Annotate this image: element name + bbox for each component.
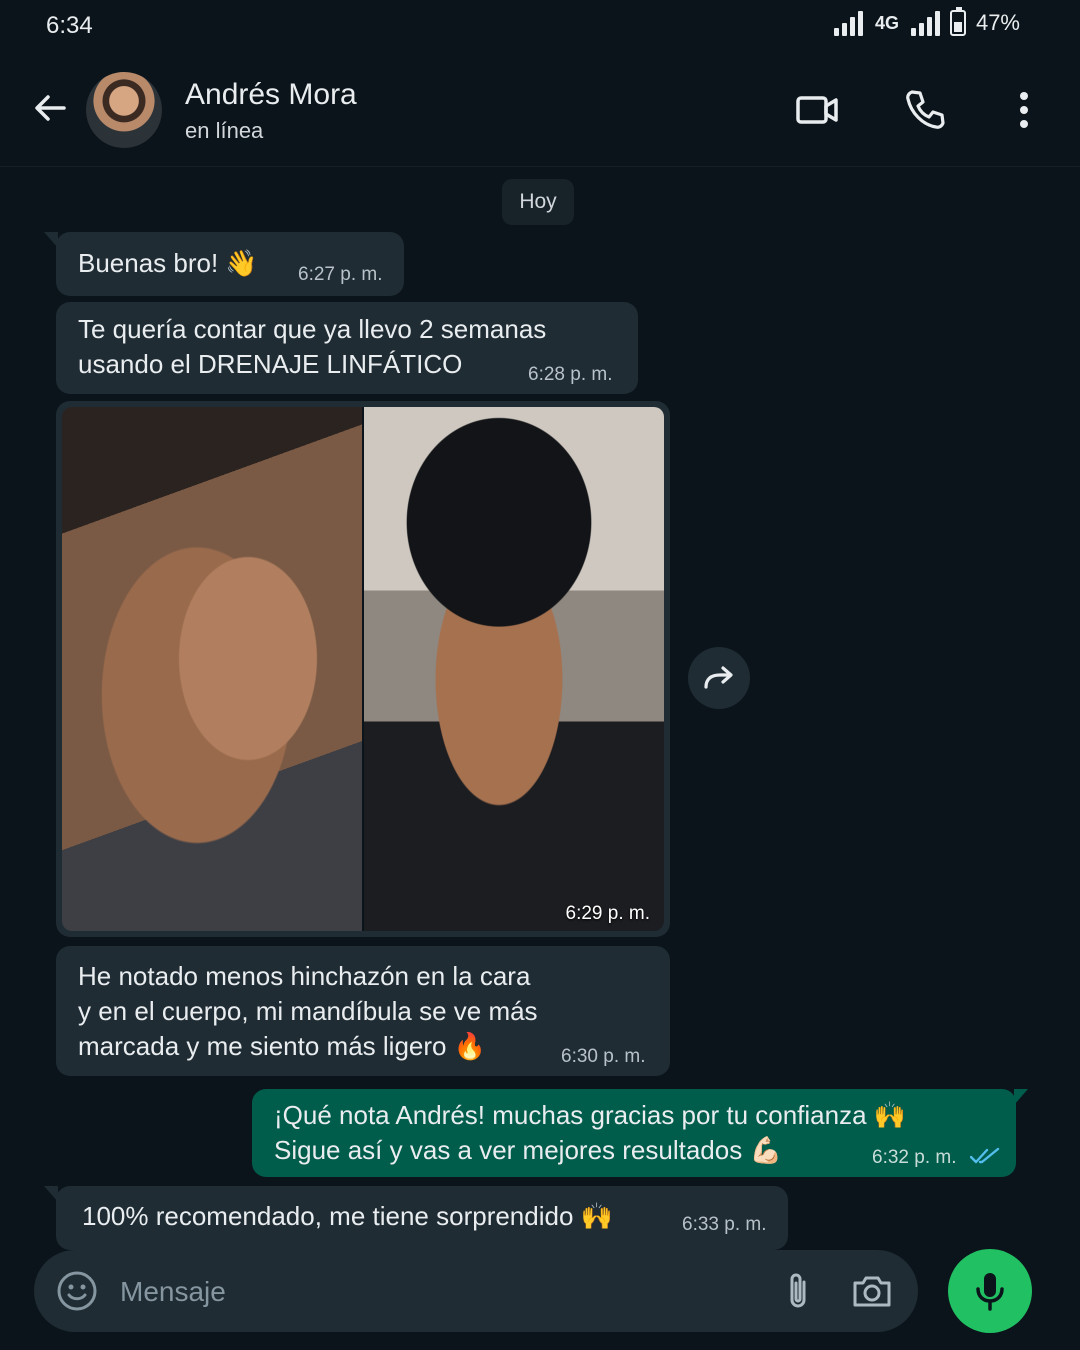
chat-header: Andrés Mora en línea: [0, 56, 1080, 167]
date-chip: Hoy: [502, 179, 574, 225]
photo-before[interactable]: [62, 407, 362, 931]
message-time: 6:33 p. m.: [682, 1214, 767, 1235]
image-collage[interactable]: [62, 407, 664, 931]
status-time: 6:34: [46, 12, 93, 39]
image-message[interactable]: 6:29 p. m.: [56, 401, 670, 937]
message-time: 6:27 p. m.: [298, 264, 383, 285]
message-time: 6:30 p. m.: [561, 1046, 646, 1067]
avatar[interactable]: [86, 72, 162, 148]
network-type: 4G: [874, 12, 899, 33]
message-bubble[interactable]: Te quería contar que ya llevo 2 semanas …: [56, 302, 638, 394]
video-call-icon[interactable]: [794, 86, 842, 134]
message-bubble[interactable]: He notado menos hinchazón en la cara y e…: [56, 946, 670, 1076]
emoji-icon[interactable]: [56, 1270, 98, 1312]
message-text: He notado menos hinchazón en la cara y e…: [78, 961, 538, 1061]
signal-icon: [833, 10, 863, 36]
camera-icon[interactable]: [850, 1270, 894, 1312]
battery-percent: 47%: [975, 10, 1020, 35]
message-text: 100% recomendado, me tiene sorprendido 🙌: [82, 1201, 614, 1231]
message-text: Te quería contar que ya llevo 2 semanas …: [78, 314, 547, 379]
phone-icon[interactable]: [902, 86, 950, 134]
message-composer: [34, 1250, 918, 1332]
chat-area[interactable]: Hoy Buenas bro! 👋 6:27 p. m. Te quería c…: [0, 167, 1080, 1350]
back-arrow-icon[interactable]: [30, 88, 70, 128]
contact-status: en línea: [185, 118, 264, 143]
mic-button[interactable]: [948, 1249, 1032, 1333]
signal-icon-2: [910, 10, 940, 36]
forward-icon: [704, 666, 733, 689]
message-time: 6:28 p. m.: [528, 364, 613, 385]
message-text: ¡Qué nota Andrés! muchas gracias por tu …: [274, 1100, 907, 1165]
message-time: 6:29 p. m.: [565, 903, 651, 924]
message-bubble[interactable]: 100% recomendado, me tiene sorprendido 🙌…: [44, 1186, 788, 1250]
more-vert-icon[interactable]: [1000, 86, 1048, 134]
message-bubble[interactable]: Buenas bro! 👋 6:27 p. m.: [44, 232, 404, 296]
attach-icon[interactable]: [778, 1270, 818, 1312]
message-time: 6:32 p. m.: [872, 1147, 957, 1168]
forward-button[interactable]: [688, 647, 750, 709]
message-input[interactable]: [118, 1268, 682, 1316]
status-bar: 6:34 4G 47%: [0, 0, 1080, 56]
read-receipt-icon: [970, 1147, 1000, 1164]
battery-icon: [949, 7, 966, 36]
status-icons: 4G 47%: [833, 7, 1020, 36]
message-bubble-outgoing[interactable]: ¡Qué nota Andrés! muchas gracias por tu …: [252, 1089, 1028, 1177]
microphone-icon: [976, 1273, 1004, 1311]
photo-after[interactable]: [362, 407, 664, 931]
message-text: Buenas bro! 👋: [78, 248, 258, 278]
contact-name[interactable]: Andrés Mora: [185, 78, 357, 112]
